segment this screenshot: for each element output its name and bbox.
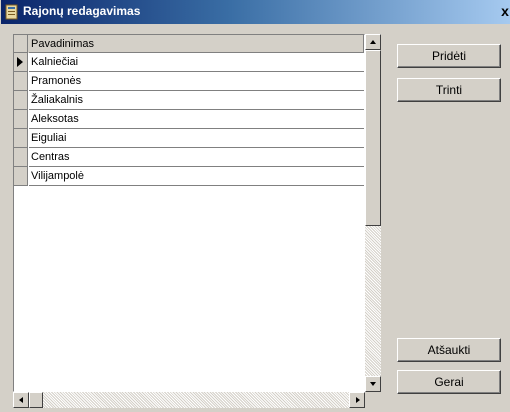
districts-grid[interactable]: Pavadinimas Kalniečiai Pramonės Žaliakalni… [13,34,365,392]
window-title: Rajonų redagavimas [23,4,141,18]
cancel-button[interactable]: Atšaukti [397,338,501,362]
vertical-scroll-thumb[interactable] [365,50,381,226]
arrow-left-icon [19,397,23,403]
close-icon[interactable]: x [497,3,510,19]
row-indicator[interactable] [14,110,28,129]
header-indicator [14,35,28,53]
dialog-window: Rajonų redagavimas x Pavadinimas Kalnieč… [0,0,510,412]
row-indicator[interactable] [14,53,28,72]
table-row[interactable]: Kalniečiai [14,53,364,72]
row-name-cell[interactable]: Žaliakalnis [29,91,364,110]
scroll-up-button[interactable] [365,34,381,50]
arrow-right-icon [356,397,360,403]
scroll-right-button[interactable] [349,392,365,408]
table-row[interactable]: Centras [14,148,364,167]
arrow-down-icon [370,382,376,386]
ok-button[interactable]: Gerai [397,370,501,394]
row-name-cell[interactable]: Pramonės [29,72,364,91]
row-name-cell[interactable]: Eiguliai [29,129,364,148]
row-indicator[interactable] [14,91,28,110]
arrow-up-icon [370,40,376,44]
row-name-cell[interactable]: Centras [29,148,364,167]
row-indicator[interactable] [14,129,28,148]
add-button[interactable]: Pridėti [397,44,501,68]
row-name-cell[interactable]: Kalniečiai [29,53,364,72]
current-row-arrow-icon [17,57,23,67]
table-row[interactable]: Eiguliai [14,129,364,148]
app-window-icon [5,4,18,20]
row-indicator[interactable] [14,72,28,91]
row-name-cell[interactable]: Aleksotas [29,110,364,129]
grid-header: Pavadinimas [14,35,364,53]
table-row[interactable]: Vilijampolė [14,167,364,186]
horizontal-scrollbar[interactable] [13,392,365,408]
table-row[interactable]: Aleksotas [14,110,364,129]
row-indicator[interactable] [14,148,28,167]
row-name-cell[interactable]: Vilijampolė [29,167,364,186]
delete-button[interactable]: Trinti [397,78,501,102]
title-bar[interactable]: Rajonų redagavimas x [1,0,510,24]
scroll-left-button[interactable] [13,392,29,408]
scroll-down-button[interactable] [365,376,381,392]
vertical-scrollbar[interactable] [365,34,381,392]
column-header-name[interactable]: Pavadinimas [29,35,364,53]
horizontal-scroll-thumb[interactable] [29,392,43,408]
table-row[interactable]: Žaliakalnis [14,91,364,110]
row-indicator[interactable] [14,167,28,186]
table-row[interactable]: Pramonės [14,72,364,91]
